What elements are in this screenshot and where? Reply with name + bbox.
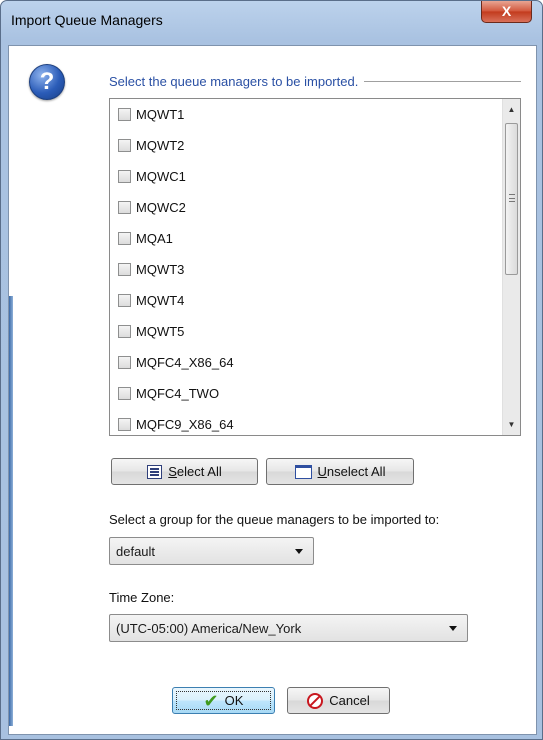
- queue-manager-label: MQWT1: [136, 107, 185, 122]
- queue-manager-label: MQWT3: [136, 262, 185, 277]
- ok-label: OK: [224, 693, 244, 708]
- queue-manager-item[interactable]: MQFC9_X86_64: [110, 409, 496, 435]
- queue-manager-checkbox[interactable]: [118, 201, 131, 214]
- queue-manager-item[interactable]: MQWC2: [110, 192, 496, 223]
- select-all-icon: [147, 464, 163, 479]
- queue-manager-checkbox[interactable]: [118, 356, 131, 369]
- select-all-label: Select All: [168, 464, 222, 479]
- close-icon: X: [501, 3, 512, 19]
- window-title: Import Queue Managers: [11, 12, 163, 28]
- group-select-value: default: [116, 543, 156, 559]
- close-button[interactable]: X: [481, 1, 532, 23]
- ok-button[interactable]: ✔ OK: [172, 687, 275, 714]
- cancel-icon: [307, 692, 324, 709]
- queue-manager-checkbox[interactable]: [118, 263, 131, 276]
- queue-manager-item[interactable]: MQWT5: [110, 316, 496, 347]
- list-header-label: Select the queue managers to be imported…: [109, 73, 359, 89]
- queue-manager-item[interactable]: MQWT4: [110, 285, 496, 316]
- queue-manager-label: MQWT4: [136, 293, 185, 308]
- queue-manager-checkbox[interactable]: [118, 108, 131, 121]
- queue-manager-label: MQWC1: [136, 169, 186, 184]
- queue-manager-checkbox[interactable]: [118, 325, 131, 338]
- unselect-all-button[interactable]: Unselect All: [266, 458, 414, 485]
- queue-manager-item[interactable]: MQA1: [110, 223, 496, 254]
- cancel-button[interactable]: Cancel: [287, 687, 390, 714]
- scroll-up-arrow-icon[interactable]: ▲: [503, 101, 520, 118]
- group-select[interactable]: default: [109, 537, 314, 565]
- timezone-select[interactable]: (UTC-05:00) America/New_York: [109, 614, 468, 642]
- queue-manager-label: MQWT5: [136, 324, 185, 339]
- title-bar[interactable]: Import Queue Managers X: [1, 1, 542, 44]
- queue-manager-item[interactable]: MQFC4_X86_64: [110, 347, 496, 378]
- queue-manager-checkbox[interactable]: [118, 387, 131, 400]
- cancel-label: Cancel: [329, 693, 370, 708]
- queue-manager-checkbox[interactable]: [118, 232, 131, 245]
- window-edge: [9, 296, 13, 726]
- queue-manager-label: MQFC4_X86_64: [136, 355, 234, 370]
- chevron-down-icon: [295, 549, 303, 554]
- queue-manager-label: MQWT2: [136, 138, 185, 153]
- queue-manager-item[interactable]: MQWT1: [110, 99, 496, 130]
- queue-manager-label: MQA1: [136, 231, 173, 246]
- timezone-label: Time Zone:: [109, 590, 175, 605]
- queue-manager-checkbox[interactable]: [118, 139, 131, 152]
- unselect-all-icon: [294, 464, 312, 479]
- queue-manager-checkbox[interactable]: [118, 170, 131, 183]
- group-label: Select a group for the queue managers to…: [109, 512, 440, 527]
- header-divider: [364, 80, 521, 82]
- queue-manager-item[interactable]: MQFC4_TWO: [110, 378, 496, 409]
- list-header: Select the queue managers to be imported…: [109, 71, 521, 91]
- queue-manager-label: MQFC4_TWO: [136, 386, 220, 401]
- scrollbar-grip-icon: [509, 194, 515, 202]
- queue-manager-checkbox[interactable]: [118, 418, 131, 431]
- queue-manager-item[interactable]: MQWC1: [110, 161, 496, 192]
- unselect-all-label: Unselect All: [317, 464, 386, 479]
- question-icon: ?: [29, 64, 65, 100]
- timezone-select-value: (UTC-05:00) America/New_York: [116, 620, 302, 636]
- chevron-down-icon: [449, 626, 457, 631]
- queue-manager-item[interactable]: MQWT2: [110, 130, 496, 161]
- queue-manager-item[interactable]: MQWT3: [110, 254, 496, 285]
- queue-manager-checkbox[interactable]: [118, 294, 131, 307]
- queue-manager-list[interactable]: MQWT1 MQWT2 MQWC1 MQWC2 MQA1 MQWT3 MQWT4 MQWT5 M…: [109, 98, 521, 436]
- queue-manager-items: MQWT1 MQWT2 MQWC1 MQWC2 MQA1 MQWT3 MQWT4 MQWT5 M…: [110, 99, 496, 435]
- scroll-down-arrow-icon[interactable]: ▼: [503, 416, 520, 433]
- list-scrollbar[interactable]: ▲ ▼: [502, 99, 520, 435]
- select-all-button[interactable]: Select All: [111, 458, 258, 485]
- focus-ring: [176, 691, 271, 710]
- queue-manager-label: MQWC2: [136, 200, 186, 215]
- scrollbar-thumb[interactable]: [505, 123, 518, 275]
- queue-manager-label: MQFC9_X86_64: [136, 417, 234, 432]
